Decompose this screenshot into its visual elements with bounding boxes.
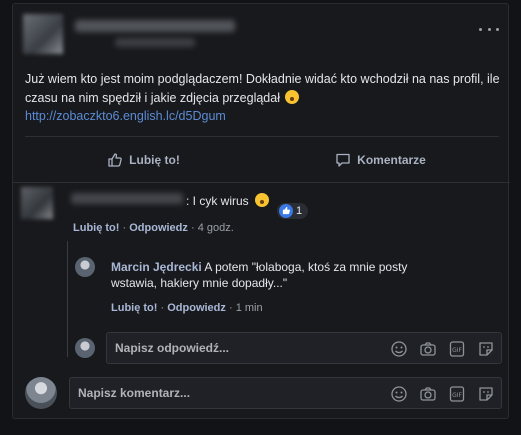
laughing-emoji-icon bbox=[255, 193, 270, 207]
reaction-badge[interactable]: 1 bbox=[277, 202, 309, 220]
reply-input-box: GIF bbox=[106, 332, 502, 364]
divider bbox=[25, 136, 499, 137]
emoji-icon[interactable] bbox=[390, 385, 408, 403]
comment-text: : I cyk wirus bbox=[186, 194, 249, 208]
post-text: Już wiem kto jest moim podglądaczem! Dok… bbox=[25, 72, 500, 105]
reply-like-link[interactable]: Lubię to! bbox=[111, 302, 157, 314]
current-user-avatar bbox=[75, 338, 95, 358]
reply-time[interactable]: 1 min bbox=[236, 302, 263, 314]
commenter-avatar[interactable] bbox=[21, 187, 53, 219]
emoji-icon[interactable] bbox=[390, 340, 408, 358]
reply-reply-link[interactable]: Odpowiedz bbox=[167, 302, 226, 314]
thumbs-up-icon bbox=[108, 153, 122, 167]
svg-text:GIF: GIF bbox=[452, 392, 462, 399]
current-user-avatar bbox=[25, 377, 57, 409]
like-button[interactable]: Lubię to! bbox=[25, 144, 262, 176]
comment-input-box: GIF bbox=[69, 377, 502, 409]
comment-meta: Lubię to! · Odpowiedz · 4 godz. bbox=[73, 222, 234, 234]
author-name-redacted bbox=[75, 20, 235, 32]
comment-bubble-icon bbox=[336, 153, 350, 167]
divider bbox=[13, 182, 510, 183]
thread-line bbox=[67, 241, 68, 357]
like-button-label: Lubię to! bbox=[129, 153, 180, 167]
comment-reply-link[interactable]: Odpowiedz bbox=[129, 222, 188, 234]
like-reaction-icon bbox=[279, 203, 293, 218]
comment-button-label: Komentarze bbox=[357, 153, 426, 167]
reply-author-name[interactable]: Marcin Jędrecki bbox=[111, 260, 202, 274]
comment-input-tools: GIF bbox=[390, 385, 495, 403]
commenter-name-redacted bbox=[71, 193, 183, 204]
post-header bbox=[23, 14, 499, 62]
author-avatar[interactable] bbox=[23, 14, 63, 54]
camera-icon[interactable] bbox=[419, 385, 437, 403]
reply-meta: Lubię to! · Odpowiedz · 1 min bbox=[111, 302, 263, 314]
post-actions: Lubię to! Komentarze bbox=[25, 144, 499, 176]
reply: Marcin Jędrecki A potem "łolaboga, ktoś … bbox=[111, 259, 411, 291]
reply-input-tools: GIF bbox=[390, 340, 495, 358]
svg-text:GIF: GIF bbox=[452, 347, 462, 354]
shocked-emoji-icon bbox=[285, 89, 300, 104]
gif-icon[interactable]: GIF bbox=[448, 385, 466, 403]
post-meta-redacted bbox=[115, 38, 195, 47]
gif-icon[interactable]: GIF bbox=[448, 340, 466, 358]
comment-like-link[interactable]: Lubię to! bbox=[73, 222, 119, 234]
more-options-icon[interactable] bbox=[479, 24, 499, 34]
reply-author-avatar[interactable] bbox=[75, 257, 95, 277]
sticker-icon[interactable] bbox=[477, 340, 495, 358]
camera-icon[interactable] bbox=[419, 340, 437, 358]
comment-time[interactable]: 4 godz. bbox=[198, 222, 234, 234]
reaction-count: 1 bbox=[296, 204, 303, 217]
comment: : I cyk wirus bbox=[186, 192, 270, 210]
comment-button[interactable]: Komentarze bbox=[262, 144, 499, 176]
post-body: Już wiem kto jest moim podglądaczem! Dok… bbox=[25, 70, 505, 126]
post-link[interactable]: http://zobaczkto6.english.lc/d5Dgum bbox=[25, 107, 505, 126]
post-card: Już wiem kto jest moim podglądaczem! Dok… bbox=[12, 3, 510, 419]
sticker-icon[interactable] bbox=[477, 385, 495, 403]
